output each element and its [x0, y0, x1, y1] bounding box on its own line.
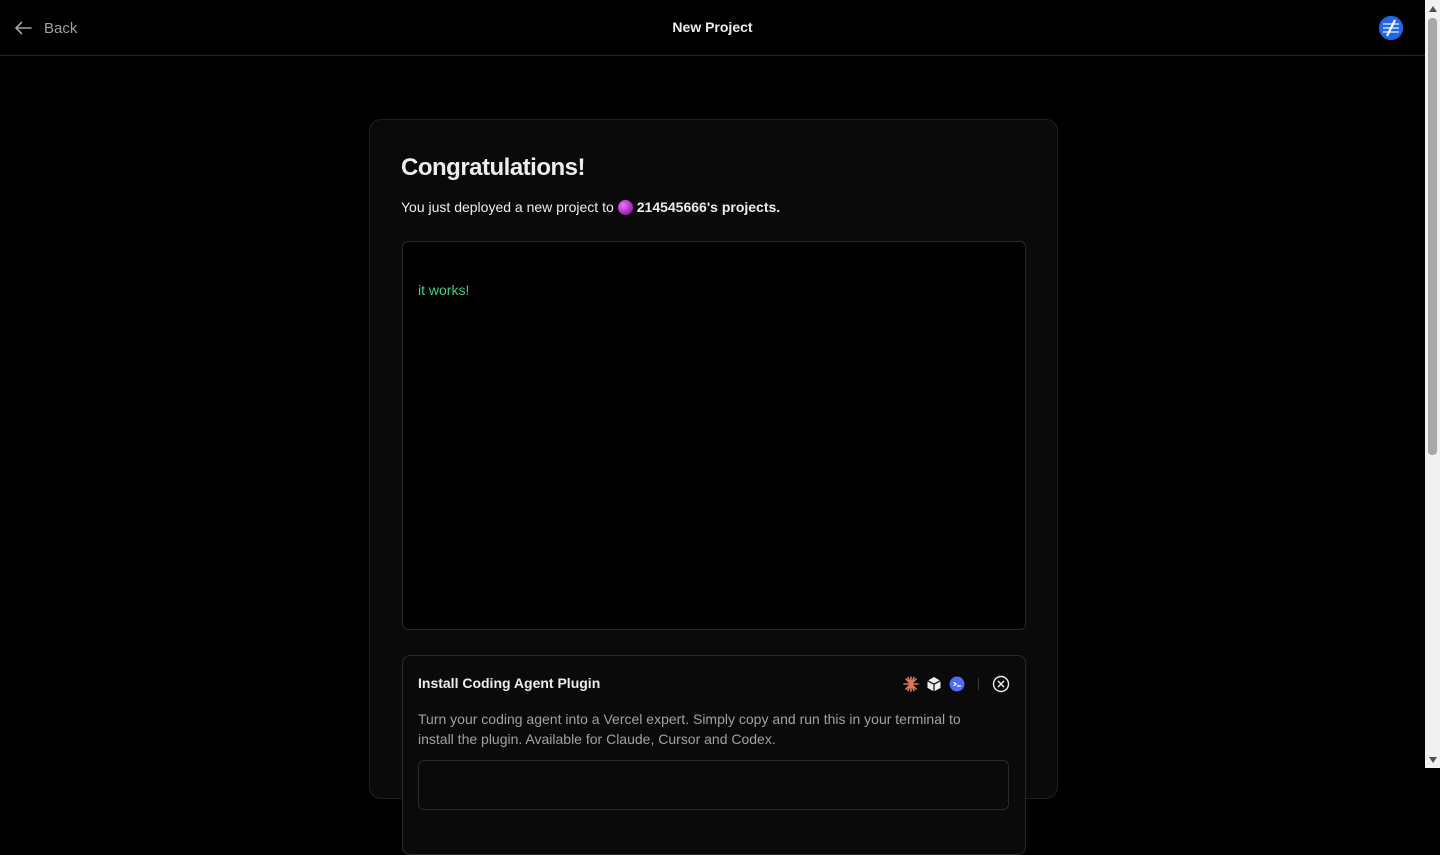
deployed-message: You just deployed a new project to 21454… — [401, 199, 780, 215]
triangle-down-icon — [1428, 756, 1437, 763]
deployed-prefix: You just deployed a new project to — [401, 199, 614, 215]
page-title: New Project — [672, 19, 753, 35]
triangle-up-icon — [1428, 5, 1437, 12]
cursor-icon — [926, 676, 942, 692]
avatar-pattern-icon — [1379, 16, 1403, 40]
preview-text: it works! — [418, 282, 470, 298]
icon-divider — [978, 678, 979, 690]
plugin-description: Turn your coding agent into a Vercel exp… — [418, 711, 961, 747]
codex-icon — [949, 676, 965, 692]
scroll-down-button[interactable] — [1425, 751, 1440, 768]
dismiss-plugin-button[interactable] — [992, 675, 1010, 693]
plugin-title: Install Coding Agent Plugin — [418, 675, 601, 691]
scrollbar-thumb[interactable] — [1428, 18, 1437, 455]
user-avatar[interactable] — [1379, 16, 1403, 40]
team-avatar — [617, 199, 633, 215]
top-bar: Back New Project — [0, 0, 1425, 56]
scroll-up-button[interactable] — [1425, 0, 1440, 17]
congrats-card: Congratulations! You just deployed a new… — [369, 119, 1058, 855]
claude-icon — [903, 676, 919, 692]
close-circle-icon — [992, 675, 1010, 693]
scrollbar[interactable] — [1425, 0, 1440, 768]
congrats-heading: Congratulations! — [401, 154, 586, 181]
agent-icons — [903, 675, 1010, 693]
team-name[interactable]: 214545666's projects. — [637, 199, 780, 215]
plugin-panel: Install Coding Agent Plugin Turn your co… — [402, 655, 1026, 855]
deployment-preview[interactable]: it works! — [402, 241, 1026, 630]
